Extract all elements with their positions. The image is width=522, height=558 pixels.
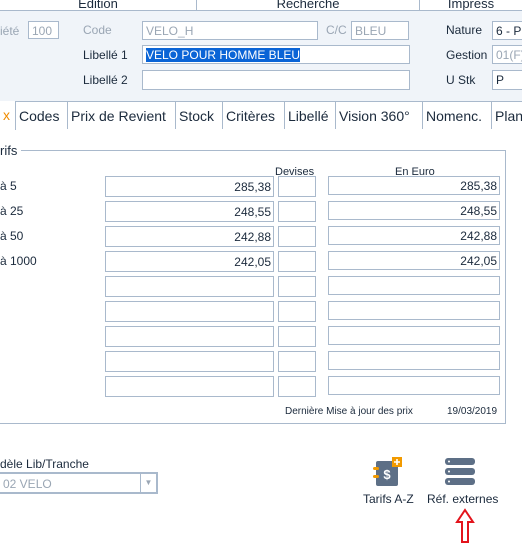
price-list-icon: $ <box>373 457 402 486</box>
price-field[interactable]: 242,88 <box>105 226 274 247</box>
price-field[interactable] <box>105 326 274 347</box>
devise-field[interactable] <box>278 251 316 272</box>
libelle2-field[interactable] <box>142 70 410 90</box>
menu-recherche[interactable]: Recherche <box>197 0 420 10</box>
libelle1-value: VELO POUR HOMME BLEU <box>146 48 301 62</box>
euro-field[interactable] <box>328 276 500 295</box>
last-update-date: 19/03/2019 <box>447 406 498 417</box>
nature-label: Nature <box>446 23 483 37</box>
devise-field[interactable] <box>278 226 316 247</box>
devise-field[interactable] <box>278 351 316 372</box>
euro-field[interactable] <box>328 351 500 370</box>
devise-field[interactable] <box>278 176 316 197</box>
euro-field[interactable]: 285,38 <box>328 176 500 195</box>
cc-label: C/C <box>326 23 347 37</box>
gestion-label: Gestion <box>446 48 488 62</box>
menu-edition[interactable]: Edition <box>0 0 197 10</box>
tranche-label: à 50 <box>0 229 24 243</box>
euro-field[interactable]: 242,88 <box>328 226 500 245</box>
tranche-label: à 25 <box>0 204 24 218</box>
code-label: Code <box>83 23 112 37</box>
tab-nomenc[interactable]: Nomenc. <box>422 101 492 129</box>
last-update-label: Dernière Mise à jour des prix <box>285 406 413 417</box>
menu-bar: Edition Recherche Impress <box>0 0 522 11</box>
modele-value: 02 VELO <box>3 477 52 491</box>
tranche-label: à 5 <box>0 179 17 193</box>
libelle2-label: Libellé 2 <box>83 73 128 87</box>
modele-select[interactable]: 02 VELO ▼ <box>0 472 158 494</box>
tab-libelle[interactable]: Libellé <box>284 101 336 129</box>
price-field[interactable]: 248,55 <box>105 201 274 222</box>
tab-codes[interactable]: Codes <box>15 101 68 129</box>
devise-field[interactable] <box>278 376 316 397</box>
server-stack-icon <box>445 458 475 485</box>
societe-field[interactable]: 100 <box>28 21 59 39</box>
price-field[interactable]: 242,05 <box>105 251 274 272</box>
price-field[interactable]: 285,38 <box>105 176 274 197</box>
gestion-field[interactable]: 01(F) <box>492 45 522 64</box>
price-field[interactable] <box>105 301 274 322</box>
price-field[interactable] <box>105 376 274 397</box>
tab-stock[interactable]: Stock <box>175 101 223 129</box>
nature-select[interactable]: 6 - Pro <box>492 21 522 40</box>
tab-prix-de-revient[interactable]: Prix de Revient <box>67 101 176 129</box>
chevron-down-icon[interactable]: ▼ <box>140 474 156 492</box>
euro-field[interactable] <box>328 301 500 320</box>
code-field[interactable]: VELO_H <box>142 21 318 40</box>
modele-label: dèle Lib/Tranche <box>0 457 89 471</box>
euro-field[interactable] <box>328 326 500 345</box>
devise-field[interactable] <box>278 301 316 322</box>
tab-vision-360[interactable]: Vision 360° <box>335 101 423 129</box>
libelle1-field[interactable]: VELO POUR HOMME BLEU <box>142 45 410 64</box>
ref-externes-label: Réf. externes <box>427 492 499 506</box>
euro-field[interactable]: 248,55 <box>328 201 500 220</box>
libelle1-label: Libellé 1 <box>83 48 128 62</box>
red-arrow-up-icon <box>455 508 475 543</box>
tab-tarifs[interactable]: x <box>0 101 16 130</box>
cc-field[interactable]: BLEU <box>351 21 409 40</box>
tab-criteres[interactable]: Critères <box>222 101 285 129</box>
societe-label: iété <box>0 24 20 38</box>
menu-impression[interactable]: Impress <box>420 0 522 10</box>
ref-externes-button[interactable]: Réf. externes <box>424 455 499 506</box>
euro-field[interactable] <box>328 376 500 395</box>
ustk-field[interactable]: P <box>492 70 522 90</box>
tarifs-group-title: rifs <box>0 143 22 158</box>
svg-text:$: $ <box>383 467 391 482</box>
devise-field[interactable] <box>278 201 316 222</box>
ustk-label: U Stk <box>446 73 476 87</box>
tarifs-az-button[interactable]: $ Tarifs A-Z <box>355 455 419 506</box>
tab-plan[interactable]: Plan <box>491 101 522 129</box>
tab-bar: x Codes Prix de Revient Stock Critères L… <box>0 101 522 130</box>
euro-field[interactable]: 242,05 <box>328 251 500 270</box>
price-field[interactable] <box>105 351 274 372</box>
price-field[interactable] <box>105 276 274 297</box>
tarifs-az-label: Tarifs A-Z <box>363 492 414 506</box>
devise-field[interactable] <box>278 326 316 347</box>
tranche-label: à 1000 <box>0 254 37 268</box>
devise-field[interactable] <box>278 276 316 297</box>
